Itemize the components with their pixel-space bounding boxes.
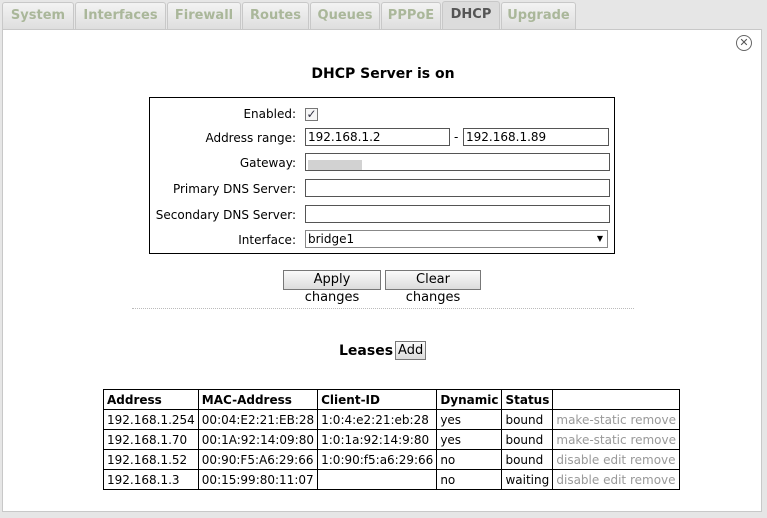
interface-label: Interface:	[238, 233, 296, 247]
disable-link[interactable]: disable	[556, 453, 599, 467]
table-row: 192.168.1.254 00:04:E2:21:EB:28 1:0:4:e2…	[103, 409, 681, 430]
cell-mac: 00:1A:92:14:09:80	[197, 429, 319, 450]
add-lease-button[interactable]: Add	[395, 341, 427, 360]
range-end-input[interactable]	[463, 128, 609, 146]
tab-firewall[interactable]: Firewall	[167, 2, 241, 29]
cell-dynamic: no	[436, 469, 503, 490]
tab-dhcp[interactable]: DHCP	[442, 1, 500, 30]
table-row: 192.168.1.3 00:15:99:80:11:07 no waiting…	[103, 469, 681, 490]
leases-title: Leases Add	[339, 341, 427, 361]
interface-selected-value: bridge1	[308, 232, 355, 246]
table-row: 192.168.1.52 00:90:F5:A6:29:66 1:0:90:f5…	[103, 449, 681, 470]
tab-interfaces[interactable]: Interfaces	[75, 2, 166, 29]
cell-address: 192.168.1.3	[103, 469, 199, 490]
cell-actions: make-static remove	[552, 429, 681, 450]
tab-routes[interactable]: Routes	[242, 2, 309, 29]
cell-dynamic: yes	[436, 429, 503, 450]
remove-link[interactable]: remove	[630, 473, 676, 487]
cell-actions: make-static remove	[552, 409, 681, 430]
cell-actions: disable edit remove	[552, 449, 681, 470]
page-title: DHCP Server is on	[311, 66, 455, 82]
tab-pppoe[interactable]: PPPoE	[381, 2, 441, 29]
cell-address: 192.168.1.254	[103, 409, 199, 430]
tab-queues[interactable]: Queues	[310, 2, 380, 29]
address-range-label: Address range:	[205, 131, 296, 145]
table-row: 192.168.1.70 00:1A:92:14:09:80 1:0:1a:92…	[103, 429, 681, 450]
dhcp-panel: ✕ DHCP Server is on Enabled: ✓ Address r…	[2, 29, 762, 512]
cell-dynamic: no	[436, 449, 503, 470]
enabled-checkbox[interactable]: ✓	[305, 108, 318, 121]
primary-dns-label: Primary DNS Server:	[172, 182, 296, 196]
cell-status: bound	[501, 409, 554, 430]
gateway-redacted-value	[308, 159, 362, 170]
column-header-dynamic: Dynamic	[436, 389, 503, 410]
range-separator: -	[454, 130, 459, 144]
column-header-client-id: Client-ID	[317, 389, 438, 410]
cell-status: waiting	[501, 469, 554, 490]
make-static-link[interactable]: make-static	[556, 433, 626, 447]
cell-status: bound	[501, 429, 554, 450]
dhcp-settings-form: Enabled: ✓ Address range: - Gateway: Pri…	[149, 97, 615, 254]
secondary-dns-input[interactable]	[305, 205, 610, 223]
section-divider	[132, 308, 634, 309]
gateway-input[interactable]	[305, 153, 610, 171]
table-header-row: Address MAC-Address Client-ID Dynamic St…	[103, 389, 681, 410]
leases-table: Address MAC-Address Client-ID Dynamic St…	[103, 389, 681, 490]
cell-actions: disable edit remove	[552, 469, 681, 490]
apply-changes-button[interactable]: Apply changes	[283, 270, 381, 305]
cell-mac: 00:90:F5:A6:29:66	[197, 449, 319, 470]
enabled-label: Enabled:	[243, 107, 296, 121]
cell-client-id: 1:0:4:e2:21:eb:28	[317, 409, 438, 430]
cell-client-id: 1:0:1a:92:14:9:80	[317, 429, 438, 450]
edit-link[interactable]: edit	[603, 473, 626, 487]
cell-status: bound	[501, 449, 554, 470]
chevron-down-icon: ▼	[596, 234, 603, 243]
tab-system[interactable]: System	[2, 2, 74, 29]
column-header-address: Address	[103, 389, 199, 410]
remove-link[interactable]: remove	[630, 413, 676, 427]
cell-address: 192.168.1.52	[103, 449, 199, 470]
edit-link[interactable]: edit	[603, 453, 626, 467]
leases-heading: Leases	[339, 343, 394, 359]
interface-select[interactable]: bridge1 ▼	[305, 230, 608, 248]
gateway-label: Gateway:	[239, 156, 296, 170]
cell-dynamic: yes	[436, 409, 503, 430]
cell-client-id: 1:0:90:f5:a6:29:66	[317, 449, 438, 470]
clear-changes-button[interactable]: Clear changes	[385, 270, 481, 305]
cell-mac: 00:04:E2:21:EB:28	[197, 409, 319, 430]
close-icon[interactable]: ✕	[736, 35, 752, 51]
tab-bar: System Interfaces Firewall Routes Queues…	[0, 0, 767, 30]
column-header-status: Status	[501, 389, 554, 410]
tab-upgrade[interactable]: Upgrade	[501, 2, 576, 29]
cell-address: 192.168.1.70	[103, 429, 199, 450]
range-start-input[interactable]	[305, 128, 450, 146]
column-header-actions	[552, 389, 681, 410]
remove-link[interactable]: remove	[630, 433, 676, 447]
disable-link[interactable]: disable	[556, 473, 599, 487]
remove-link[interactable]: remove	[630, 453, 676, 467]
make-static-link[interactable]: make-static	[556, 413, 626, 427]
secondary-dns-label: Secondary DNS Server:	[155, 208, 296, 222]
column-header-mac: MAC-Address	[197, 389, 319, 410]
cell-client-id	[317, 469, 438, 490]
cell-mac: 00:15:99:80:11:07	[197, 469, 319, 490]
primary-dns-input[interactable]	[305, 179, 610, 197]
